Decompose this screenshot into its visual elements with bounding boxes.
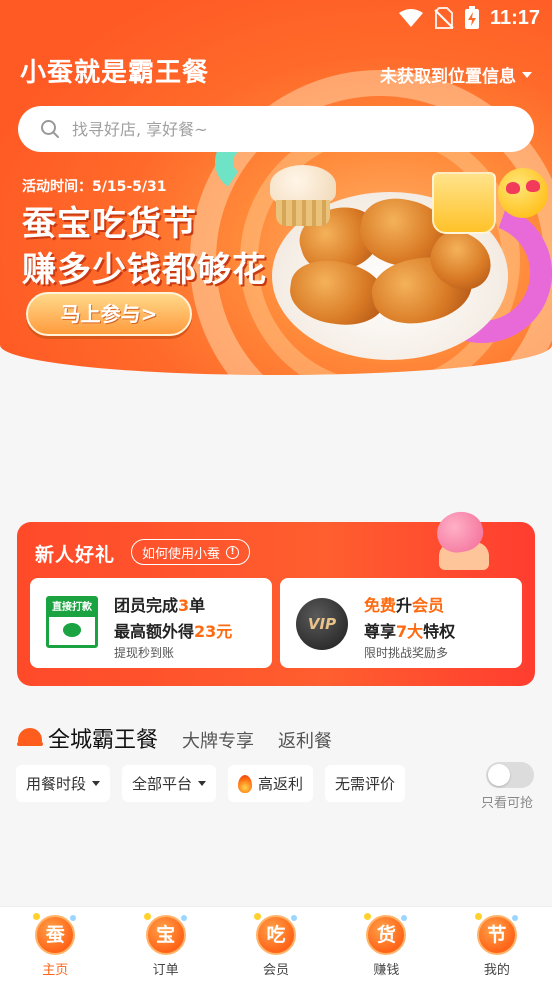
info-icon: !	[226, 545, 240, 559]
platform-label: 全部平台	[132, 775, 193, 793]
how-to-use-button[interactable]: 如何使用小蚕 !	[131, 539, 251, 565]
status-bar: 11:17	[0, 0, 552, 38]
only-available-toggle-group: 只看可抢	[481, 762, 538, 811]
offer-line-2: 尊享7大特权	[364, 622, 456, 641]
heart-eye	[526, 180, 540, 192]
platform-filter[interactable]: 全部平台	[122, 765, 217, 802]
wifi-icon	[398, 9, 423, 27]
high-rebate-filter[interactable]: 高返利	[228, 765, 314, 802]
heart-eye	[506, 182, 520, 194]
new-user-gift-title: 新人好礼	[35, 544, 116, 566]
cupcake-base	[276, 200, 330, 226]
only-available-label: 只看可抢	[480, 796, 533, 811]
nav-home[interactable]: 蚕 主页	[0, 907, 110, 981]
tab-city-free-meal[interactable]: 全城霸王餐	[48, 722, 158, 754]
orders-icon: 宝	[143, 913, 187, 955]
chevron-down-icon	[522, 71, 532, 78]
nav-label: 订单	[152, 963, 179, 978]
app-title: 小蚕就是霸王餐	[20, 58, 210, 88]
chevron-down-icon	[92, 781, 101, 786]
heart-gift-icon	[429, 507, 495, 570]
direct-payment-icon: 直接打款	[46, 596, 98, 648]
offer-line-1: 免费升会员	[364, 596, 445, 615]
high-rebate-label: 高返利	[258, 775, 304, 793]
profile-icon: 节	[474, 913, 518, 955]
hero-banner[interactable]: 11:17 小蚕就是霸王餐 未获取到位置信息 活动时间：5/15-5/31 蚕宝…	[0, 0, 552, 375]
nav-member[interactable]: 吃 会员	[221, 907, 331, 981]
meal-time-label: 用餐时段	[26, 775, 87, 793]
earn-icon: 货	[364, 913, 408, 955]
direct-payment-label: 直接打款	[49, 599, 95, 617]
offer-line-2: 最高额外得23元	[114, 622, 233, 641]
nav-earn[interactable]: 货 赚钱	[331, 907, 441, 981]
wechat-pay-icon	[63, 623, 81, 637]
join-now-button[interactable]: 马上参与>	[26, 292, 192, 336]
bottom-nav: 蚕 主页 宝 订单 吃 会员 货 赚钱 节 我的	[0, 906, 552, 981]
location-label: 未获取到位置信息	[380, 67, 516, 87]
only-available-toggle[interactable]	[486, 762, 534, 788]
battery-charging-icon	[464, 6, 479, 29]
banner-headline-1: 蚕宝吃货节	[22, 204, 197, 244]
no-review-label: 无需评价	[335, 775, 396, 793]
no-sim-icon	[434, 7, 454, 29]
how-to-use-label: 如何使用小蚕	[142, 546, 221, 562]
offer-card-vip[interactable]: VIP 免费升会员 尊享7大特权 限时挑战奖励多	[280, 578, 522, 668]
search-bar[interactable]	[18, 106, 534, 152]
activity-time: 活动时间：5/15-5/31	[22, 179, 167, 195]
chevron-down-icon	[198, 781, 207, 786]
new-user-gift-card: 新人好礼 如何使用小蚕 ! 直接打款 团员完成3单 最高额外得23元 提现秒到账…	[17, 507, 535, 686]
mango-drink-icon	[432, 172, 496, 234]
meal-time-filter[interactable]: 用餐时段	[16, 765, 111, 802]
banner-headline-2: 赚多少钱都够花	[22, 250, 267, 290]
status-time: 11:17	[489, 6, 540, 29]
nav-label: 我的	[483, 963, 510, 978]
filter-bar: 用餐时段 全部平台 高返利 无需评价	[16, 765, 406, 802]
member-icon: 吃	[254, 913, 298, 955]
category-tabs: 全城霸王餐 大牌专享 返利餐	[18, 722, 332, 754]
nav-label: 会员	[263, 963, 290, 978]
nav-orders[interactable]: 宝 订单	[110, 907, 220, 981]
offer-subtext: 提现秒到账	[114, 646, 175, 660]
cupcake-icon	[270, 165, 336, 205]
search-icon	[41, 120, 59, 138]
offer-card-cash[interactable]: 直接打款 团员完成3单 最高额外得23元 提现秒到账	[30, 578, 272, 668]
offer-subtext: 限时挑战奖励多	[364, 646, 449, 660]
offer-line-1: 团员完成3单	[114, 596, 206, 615]
heart-eyes-emoji-icon	[498, 168, 548, 218]
nav-label: 赚钱	[373, 963, 400, 978]
nav-mine[interactable]: 节 我的	[442, 907, 552, 981]
nav-label: 主页	[42, 963, 69, 978]
flame-icon	[238, 774, 253, 793]
home-icon: 蚕	[33, 913, 77, 955]
tab-rebate-meal[interactable]: 返利餐	[278, 727, 332, 753]
tab-brand-exclusive[interactable]: 大牌专享	[182, 727, 254, 753]
search-input[interactable]	[72, 119, 472, 139]
location-selector[interactable]: 未获取到位置信息	[380, 62, 532, 87]
vip-badge-icon: VIP	[296, 598, 348, 650]
no-review-filter[interactable]: 无需评价	[325, 765, 406, 802]
